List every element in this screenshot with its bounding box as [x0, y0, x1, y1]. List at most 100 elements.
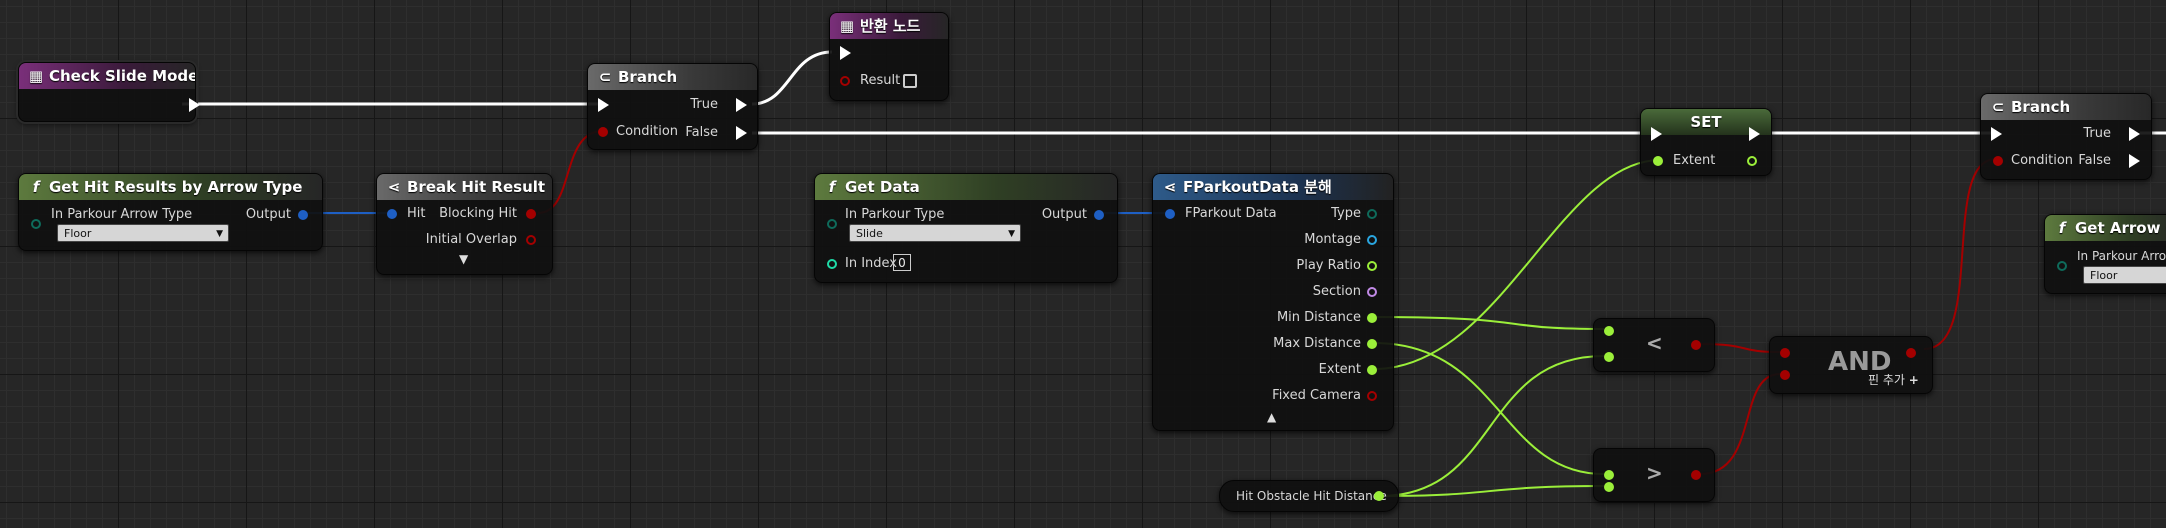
get-arrow-node[interactable]: f Get Arrow Com In Parkour Arrow Floor	[2044, 214, 2166, 294]
exec-in-pin[interactable]	[840, 46, 851, 60]
result-pin[interactable]	[1906, 348, 1916, 358]
add-pin-button[interactable]: 핀 추가 +	[1868, 371, 1919, 388]
function-icon: f	[32, 178, 40, 196]
section-label: Section	[1312, 284, 1361, 299]
operator-symbol: <	[1646, 331, 1663, 355]
index-pin[interactable]	[827, 259, 837, 269]
break-struct-node[interactable]: ⋖ FParkoutData 분해 FParkout Data Type Mont…	[1152, 173, 1394, 431]
result-pin[interactable]	[840, 76, 850, 86]
function-icon: f	[2058, 219, 2066, 237]
dropdown-value: Floor	[2090, 269, 2118, 282]
result-pin[interactable]	[1691, 340, 1701, 350]
output-label: Output	[1041, 207, 1087, 222]
chevron-down-icon: ▼	[1008, 229, 1015, 239]
initial-overlap-pin[interactable]	[526, 235, 536, 245]
type-label: Type	[1331, 206, 1361, 221]
blocking-hit-pin[interactable]	[526, 209, 536, 219]
node-header: ▦ Check Slide Mode	[19, 63, 195, 89]
break-icon: ⋖	[387, 178, 401, 196]
initial-overlap-label: Initial Overlap	[425, 232, 517, 247]
false-label: False	[685, 125, 718, 140]
parkour-type-pin[interactable]	[827, 219, 837, 229]
node-title: Check Slide Mode	[49, 67, 195, 85]
collapse-arrow-icon[interactable]: ▲	[1267, 410, 1276, 424]
result-checkbox[interactable]	[903, 74, 917, 88]
node-title: Get Arrow Com	[2075, 219, 2166, 237]
extent-pin[interactable]	[1367, 365, 1377, 375]
arrow-type-pin[interactable]	[2057, 261, 2067, 271]
branch-node[interactable]: ⊂ Branch True Condition False	[1980, 93, 2152, 180]
parkour-type-label: In Parkour Type	[845, 207, 945, 222]
node-header: f Get Hit Results by Arrow Type	[19, 174, 322, 200]
get-data-node[interactable]: f Get Data In Parkour Type Slide ▼ Output …	[814, 173, 1118, 283]
arrow-type-pin[interactable]	[31, 219, 41, 229]
parkour-type-dropdown[interactable]: Slide ▼	[849, 224, 1021, 242]
extent-in-pin[interactable]	[1653, 156, 1663, 166]
index-input[interactable]: 0	[893, 254, 911, 271]
extent-label: Extent	[1673, 153, 1716, 168]
node-header: ⋖ FParkoutData 분해	[1153, 174, 1393, 200]
float-wire	[1373, 342, 1605, 475]
false-exec-pin[interactable]	[2129, 154, 2140, 168]
get-hit-results-node[interactable]: f Get Hit Results by Arrow Type In Parkou…	[18, 173, 323, 251]
fixed-camera-pin[interactable]	[1367, 391, 1377, 401]
arrow-type-dropdown[interactable]: Floor	[2083, 266, 2166, 284]
false-exec-pin[interactable]	[736, 126, 747, 140]
exec-out-pin[interactable]	[189, 98, 200, 112]
output-pin[interactable]	[1094, 210, 1104, 220]
float-wire	[1373, 316, 1605, 330]
max-distance-pin[interactable]	[1367, 339, 1377, 349]
true-exec-pin[interactable]	[736, 98, 747, 112]
a-pin[interactable]	[1604, 470, 1614, 480]
condition-pin[interactable]	[598, 127, 608, 137]
output-pin[interactable]	[298, 210, 308, 220]
type-pin[interactable]	[1367, 209, 1377, 219]
greater-than-node[interactable]: >	[1593, 448, 1715, 502]
exec-out-pin[interactable]	[1749, 127, 1760, 141]
condition-pin[interactable]	[1993, 156, 2003, 166]
arrow-type-label: In Parkour Arrow Type	[51, 207, 193, 222]
a-pin[interactable]	[1604, 326, 1614, 336]
operator-symbol: >	[1646, 461, 1663, 485]
b-pin[interactable]	[1604, 352, 1614, 362]
parkout-data-pin[interactable]	[1165, 209, 1175, 219]
exec-in-pin[interactable]	[1651, 127, 1662, 141]
and-node[interactable]: AND 핀 추가 +	[1769, 336, 1933, 394]
exec-in-pin[interactable]	[598, 98, 609, 112]
less-than-node[interactable]: <	[1593, 318, 1715, 372]
min-distance-pin[interactable]	[1367, 313, 1377, 323]
extent-label: Extent	[1318, 362, 1361, 377]
plus-icon: +	[1908, 373, 1919, 387]
return-node[interactable]: ▦ 반환 노드 Result	[829, 12, 949, 101]
value-pin[interactable]	[1374, 491, 1384, 501]
node-title: Get Data	[845, 178, 920, 196]
exec-in-pin[interactable]	[1991, 127, 2002, 141]
break-hit-result-node[interactable]: ⋖ Break Hit Result Hit Blocking Hit Initi…	[376, 173, 553, 275]
result-pin[interactable]	[1691, 470, 1701, 480]
montage-label: Montage	[1304, 232, 1361, 247]
b-pin[interactable]	[1604, 482, 1614, 492]
branch-node[interactable]: ⊂ Branch True Condition False	[587, 63, 758, 150]
arrow-type-dropdown[interactable]: Floor ▼	[57, 224, 229, 242]
fixed-camera-label: Fixed Camera	[1272, 388, 1361, 403]
dropdown-value: Floor	[64, 227, 92, 240]
hit-pin[interactable]	[387, 209, 397, 219]
play-ratio-pin[interactable]	[1367, 261, 1377, 271]
check-slide-mode-node[interactable]: ▦ Check Slide Mode	[18, 62, 200, 122]
montage-pin[interactable]	[1367, 235, 1377, 245]
false-label: False	[2078, 153, 2111, 168]
true-label: True	[2083, 126, 2111, 141]
node-header: f Get Arrow Com	[2045, 215, 2166, 241]
a-pin[interactable]	[1780, 348, 1790, 358]
extent-out-pin[interactable]	[1747, 156, 1757, 166]
result-label: Result	[860, 73, 901, 88]
true-exec-pin[interactable]	[2129, 127, 2140, 141]
hit-distance-variable-node[interactable]: Hit Obstacle Hit Distance	[1219, 480, 1399, 512]
section-pin[interactable]	[1367, 287, 1377, 297]
set-node[interactable]: SET Extent	[1640, 108, 1772, 176]
expand-arrow-icon[interactable]: ▼	[459, 252, 468, 266]
b-pin[interactable]	[1780, 370, 1790, 380]
node-header: ▦ 반환 노드	[830, 13, 948, 39]
branch-icon: ⊂	[598, 68, 612, 86]
node-title: FParkoutData 분해	[1183, 178, 1332, 196]
